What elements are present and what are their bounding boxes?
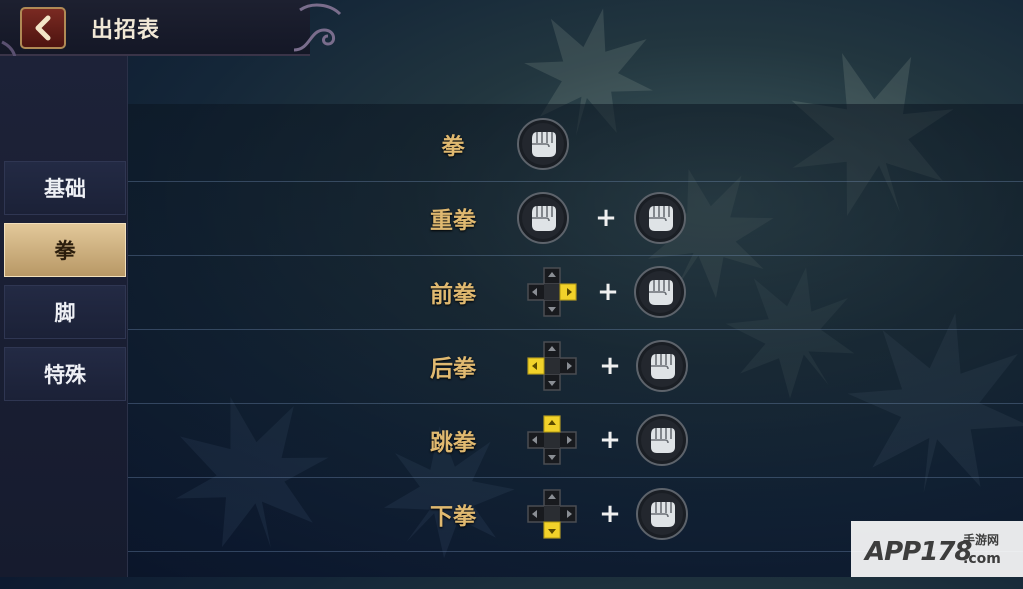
move-name: 下拳	[430, 504, 476, 530]
fist-icon	[636, 414, 688, 466]
move-row: 重拳 +	[128, 181, 1023, 256]
fist-icon	[634, 192, 686, 244]
move-name: 重拳	[430, 208, 476, 234]
move-name: 后拳	[430, 356, 476, 382]
plus-sign: +	[597, 277, 619, 307]
dpad-right-icon	[527, 267, 577, 317]
sidebar-item-label: 脚	[54, 301, 76, 325]
move-row: 跳拳 +	[128, 403, 1023, 478]
sidebar-item-label: 特殊	[44, 363, 86, 387]
plus-sign: +	[599, 425, 621, 455]
ornament-swirl-icon	[293, 3, 342, 52]
plus-sign: +	[595, 203, 617, 233]
sidebar-item-punch[interactable]: 拳	[4, 223, 126, 277]
move-row: 拳	[128, 107, 1023, 182]
plus-sign: +	[599, 499, 621, 529]
fist-icon	[517, 192, 569, 244]
top-bar: 出招表	[0, 0, 310, 56]
move-row: 后拳 +	[128, 329, 1023, 404]
fist-icon	[636, 488, 688, 540]
fist-icon	[636, 340, 688, 392]
watermark-domain: .com	[963, 551, 1001, 567]
fist-icon	[634, 266, 686, 318]
dpad-left-icon	[527, 341, 577, 391]
move-row: 前拳 +	[128, 255, 1023, 330]
plus-sign: +	[599, 351, 621, 381]
sidebar-item-kick[interactable]: 脚	[4, 285, 126, 339]
dpad-down-icon	[527, 489, 577, 539]
sidebar-item-basic[interactable]: 基础	[4, 161, 126, 215]
watermark-text: APP178	[865, 537, 973, 567]
move-name: 前拳	[430, 282, 476, 308]
watermark-sub: 手游网	[963, 533, 1000, 547]
sidebar-item-label: 拳	[54, 239, 76, 263]
fist-icon	[517, 118, 569, 170]
site-watermark: APP178 手游网 .com	[851, 521, 1023, 577]
move-name: 拳	[441, 134, 465, 160]
move-name: 跳拳	[430, 430, 476, 456]
sidebar-item-label: 基础	[44, 177, 86, 201]
sidebar-item-special[interactable]: 特殊	[4, 347, 126, 401]
dpad-up-icon	[527, 415, 577, 465]
page-title: 出招表	[91, 18, 161, 43]
chevron-left-icon	[35, 15, 51, 41]
